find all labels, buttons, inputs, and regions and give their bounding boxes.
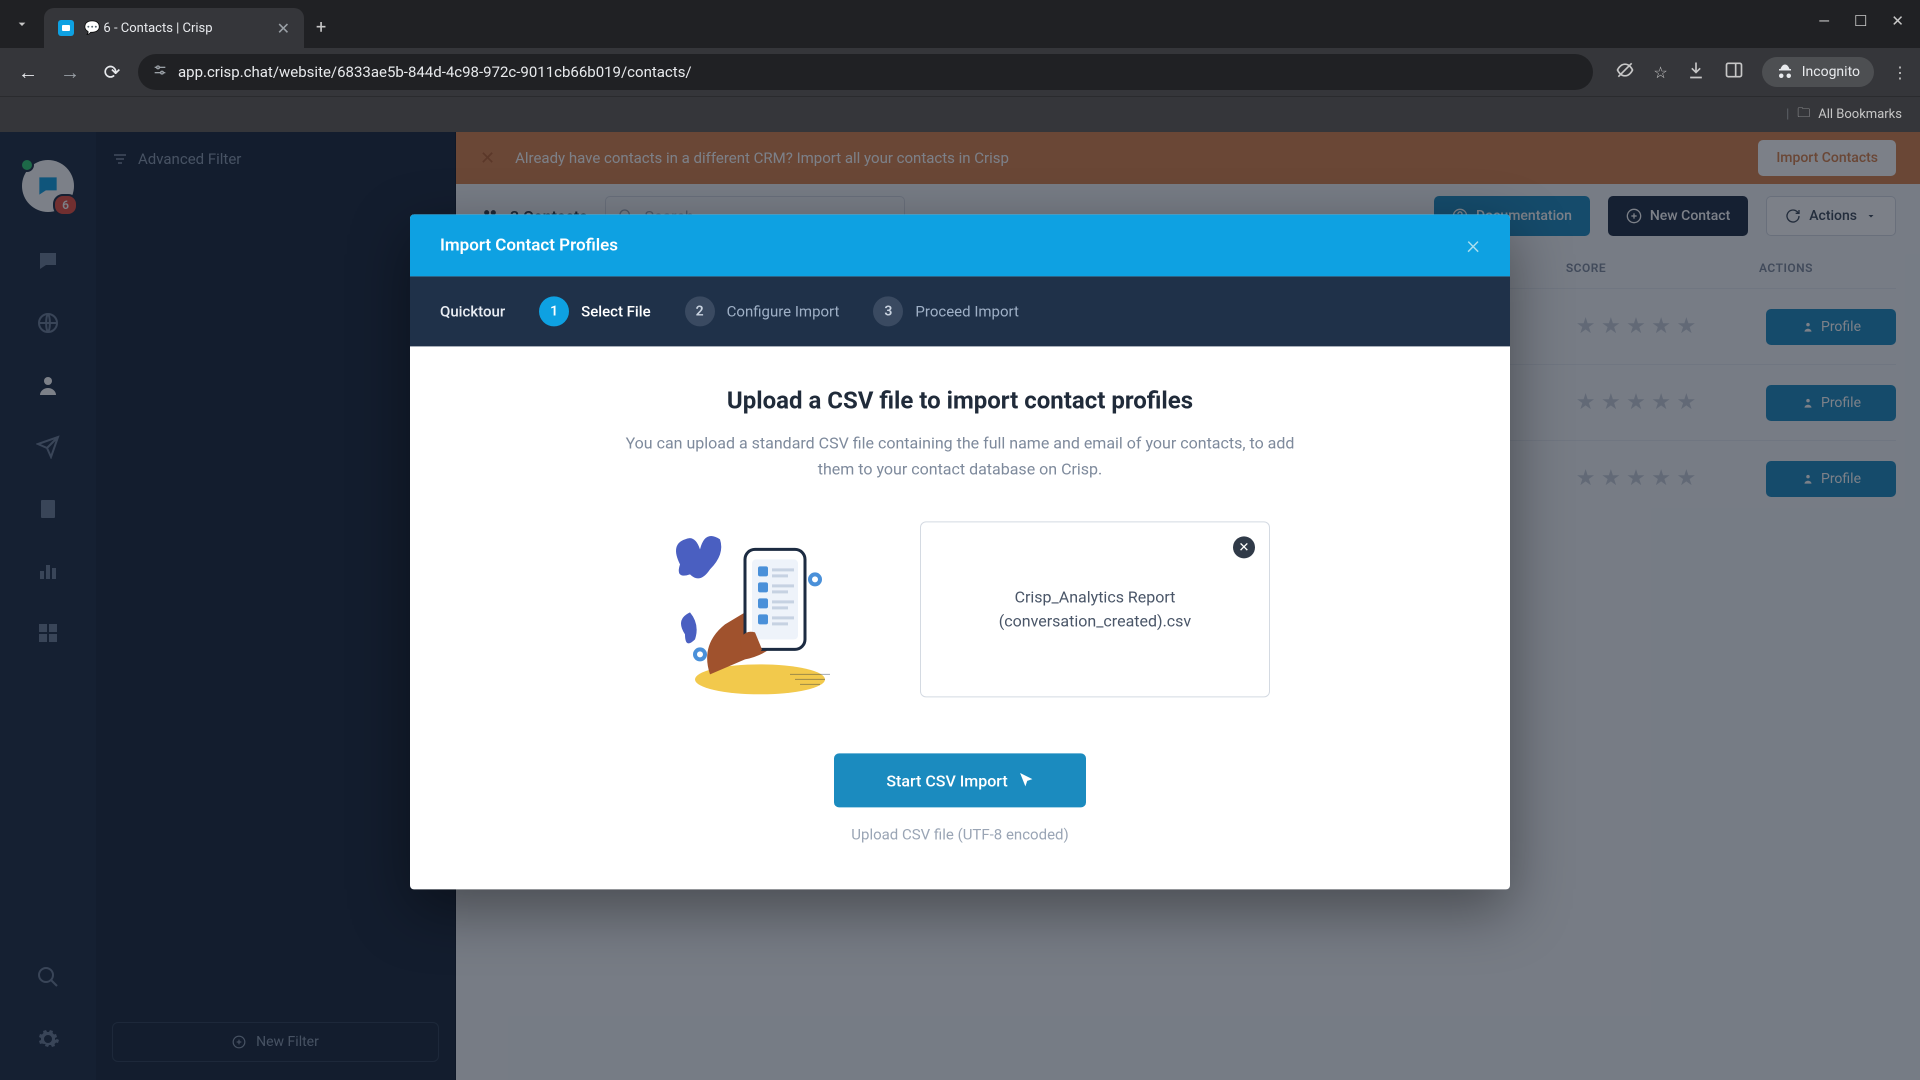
upload-hint: Upload CSV file (UTF-8 encoded) [470,826,1450,844]
upload-description: You can upload a standard CSV file conta… [620,430,1300,481]
step-3[interactable]: 3 Proceed Import [873,296,1018,326]
step-number: 2 [685,296,715,326]
window-controls: — ☐ ✕ [1818,12,1904,30]
tab-title: 💬 6 - Contacts | Crisp [84,21,267,36]
remove-file-icon[interactable]: ✕ [1233,537,1255,559]
bookmarks-bar: | 🗀 All Bookmarks [0,96,1920,132]
close-tab-icon[interactable]: ✕ [277,19,290,38]
step-number: 1 [539,296,569,326]
step-label: Proceed Import [915,302,1018,320]
cursor-icon [1018,773,1034,789]
minimize-icon[interactable]: — [1818,12,1830,30]
address-bar[interactable]: app.crisp.chat/website/6833ae5b-844d-4c9… [138,54,1593,90]
modal-title: Import Contact Profiles [440,235,618,255]
selected-file-name: Crisp_Analytics Report (conversation_cre… [941,586,1249,634]
upload-title: Upload a CSV file to import contact prof… [470,386,1450,414]
downloads-icon[interactable] [1686,60,1706,84]
step-2[interactable]: 2 Configure Import [685,296,840,326]
modal-body: Upload a CSV file to import contact prof… [410,346,1510,889]
step-1[interactable]: 1 Select File [539,296,650,326]
import-modal: Import Contact Profiles × Quicktour 1 Sel… [410,214,1510,889]
modal-close-icon[interactable]: × [1466,230,1480,260]
all-bookmarks-link[interactable]: All Bookmarks [1818,107,1902,122]
folder-icon: 🗀 [1797,104,1810,126]
quicktour-link[interactable]: Quicktour [440,302,505,320]
incognito-badge[interactable]: Incognito [1762,57,1874,87]
reload-button[interactable]: ⟳ [96,56,128,88]
bookmark-star-icon[interactable]: ☆ [1653,63,1667,82]
start-import-button[interactable]: Start CSV Import [834,754,1085,808]
modal-header: Import Contact Profiles × [410,214,1510,276]
crisp-favicon [58,20,74,36]
browser-tab-strip: 💬 6 - Contacts | Crisp ✕ + — ☐ ✕ [0,0,1920,48]
modal-steps: Quicktour 1 Select File 2 Configure Import 3… [410,276,1510,346]
forward-button[interactable]: → [54,56,86,88]
side-panel-icon[interactable] [1724,60,1744,84]
close-window-icon[interactable]: ✕ [1891,12,1904,30]
file-dropzone[interactable]: ✕ Crisp_Analytics Report (conversation_c… [920,522,1270,698]
back-button[interactable]: ← [12,56,44,88]
step-number: 3 [873,296,903,326]
browser-menu-icon[interactable]: ⋮ [1892,63,1908,82]
url-text: app.crisp.chat/website/6833ae5b-844d-4c9… [178,63,692,81]
browser-toolbar: ← → ⟳ app.crisp.chat/website/6833ae5b-84… [0,48,1920,96]
tab-search-dropdown[interactable] [8,10,36,38]
incognito-icon [1776,63,1794,81]
maximize-icon[interactable]: ☐ [1854,12,1867,30]
new-tab-button[interactable]: + [316,17,326,38]
tracking-blocked-icon[interactable] [1615,60,1635,84]
upload-illustration [650,525,850,695]
step-label: Select File [581,302,650,320]
browser-tab[interactable]: 💬 6 - Contacts | Crisp ✕ [44,8,304,48]
site-settings-icon[interactable] [152,62,168,82]
step-label: Configure Import [727,302,840,320]
